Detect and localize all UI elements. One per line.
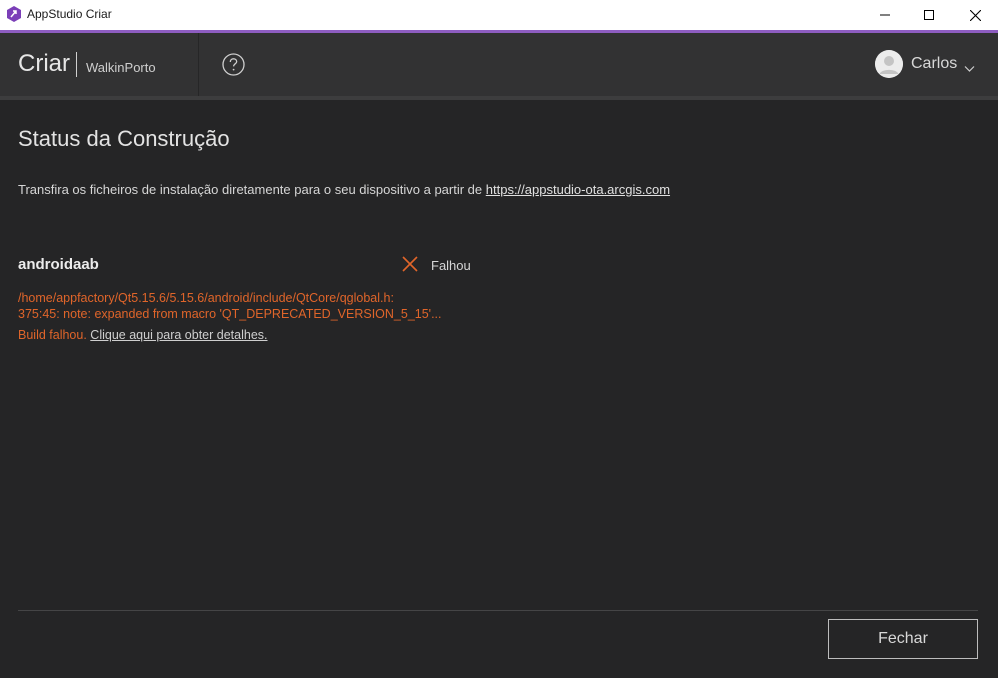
brand-separator — [76, 52, 77, 77]
chevron-down-icon[interactable] — [964, 60, 975, 72]
app-header: Criar WalkinPorto Carlos — [0, 33, 998, 96]
error-message-line: /home/appfactory/Qt5.15.6/5.15.6/android… — [18, 291, 394, 305]
maximize-icon — [924, 10, 934, 20]
ota-link[interactable]: https://appstudio-ota.arcgis.com — [486, 182, 670, 197]
app-window: AppStudio Criar Criar WalkinPorto Carlos… — [0, 0, 998, 678]
close-icon — [969, 9, 981, 21]
description-text: Transfira os ficheiros de instalação dir… — [18, 182, 670, 197]
window-titlebar: AppStudio Criar — [0, 0, 998, 30]
window-title: AppStudio Criar — [27, 7, 112, 21]
minimize-icon — [880, 14, 890, 16]
help-button[interactable] — [222, 53, 245, 76]
build-platform: androidaab — [18, 256, 99, 273]
question-circle-icon — [222, 53, 245, 76]
header-shadow — [0, 96, 998, 100]
brand-title: Criar — [18, 50, 70, 77]
error-message-line: 375:45: note: expanded from macro 'QT_DE… — [18, 307, 442, 321]
build-status: Falhou — [431, 258, 471, 273]
appstudio-logo-icon — [7, 6, 21, 22]
user-avatar-icon — [875, 50, 903, 78]
description-body: Transfira os ficheiros de instalação dir… — [18, 182, 486, 197]
project-name: WalkinPorto — [86, 60, 156, 75]
header-divider — [198, 33, 199, 96]
maximize-button[interactable] — [906, 0, 952, 30]
close-window-button[interactable] — [952, 0, 998, 30]
avatar[interactable] — [875, 50, 903, 78]
x-icon — [402, 256, 418, 272]
close-button[interactable]: Fechar — [828, 619, 978, 659]
details-link[interactable]: Clique aqui para obter detalhes. — [90, 328, 267, 342]
minimize-button[interactable] — [862, 0, 908, 30]
build-failed-text: Build falhou. — [18, 328, 87, 342]
page-title: Status da Construção — [18, 126, 230, 151]
build-failed-message: Build falhou. Clique aqui para obter det… — [18, 328, 268, 342]
user-menu-label[interactable]: Carlos — [911, 55, 957, 73]
footer-divider — [18, 610, 978, 611]
